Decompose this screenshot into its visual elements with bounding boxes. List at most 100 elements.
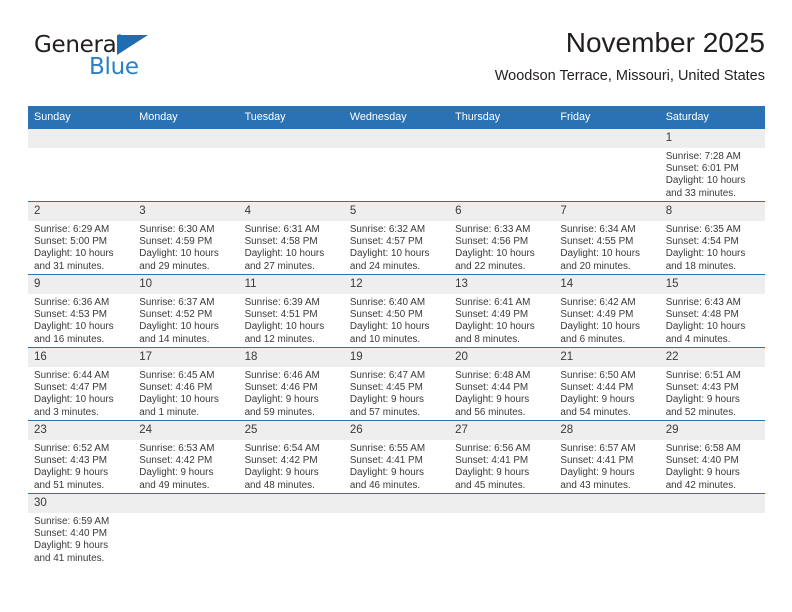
sunrise-text: Sunrise: 6:34 AM: [560, 224, 636, 235]
calendar-day-cell[interactable]: 20 Sunrise: 6:48 AM Sunset: 4:44 PM Dayligh…: [449, 347, 555, 421]
weekday-header-thursday: Thursday: [449, 106, 555, 129]
day-sun-info: Sunrise: 6:31 AM Sunset: 4:58 PM Daylight:…: [239, 221, 344, 273]
daylight-text-line1: Daylight: 9 hours: [244, 467, 319, 479]
calendar-body: 1 Sunrise: 7:28 AM Sunset: 6:01 PM Daylight…: [28, 129, 765, 566]
day-number: 9: [28, 275, 134, 294]
sunrise-text: Sunrise: 6:57 AM: [560, 443, 636, 454]
day-number: 29: [659, 421, 765, 440]
day-number: [133, 129, 239, 148]
calendar-day-cell[interactable]: 25 Sunrise: 6:54 AM Sunset: 4:42 PM Dayligh…: [238, 420, 344, 494]
calendar-day-cell[interactable]: 2 Sunrise: 6:29 AM Sunset: 5:00 PM Daylight…: [28, 201, 134, 275]
calendar-day-cell[interactable]: 18 Sunrise: 6:46 AM Sunset: 4:46 PM Dayligh…: [238, 347, 344, 421]
calendar-day-cell[interactable]: 23 Sunrise: 6:52 AM Sunset: 4:43 PM Dayligh…: [28, 420, 134, 494]
logo-text-blue: Blue: [89, 54, 139, 80]
sunrise-text: Sunrise: 6:51 AM: [665, 370, 741, 381]
sunset-text: Sunset: 4:45 PM: [349, 382, 423, 394]
calendar-day-cell[interactable]: 10 Sunrise: 6:37 AM Sunset: 4:52 PM Dayligh…: [133, 274, 239, 348]
day-number: 6: [449, 202, 555, 221]
sunrise-text: Sunrise: 6:39 AM: [244, 297, 320, 308]
daylight-text-line2: and 14 minutes.: [139, 333, 210, 345]
day-number: 3: [133, 202, 239, 221]
calendar-day-cell[interactable]: 24 Sunrise: 6:53 AM Sunset: 4:42 PM Dayligh…: [133, 420, 239, 494]
day-number: 21: [554, 348, 660, 367]
weekday-header-wednesday: Wednesday: [343, 106, 450, 129]
daylight-text-line1: Daylight: 9 hours: [665, 467, 740, 479]
calendar-day-cell[interactable]: 12 Sunrise: 6:40 AM Sunset: 4:50 PM Dayligh…: [343, 274, 450, 348]
general-blue-logo[interactable]: General Blue: [34, 32, 164, 84]
calendar-day-cell[interactable]: 9 Sunrise: 6:36 AM Sunset: 4:53 PM Daylight…: [28, 274, 134, 348]
sunrise-text: Sunrise: 7:28 AM: [665, 151, 741, 162]
sunrise-text: Sunrise: 6:58 AM: [665, 443, 741, 454]
day-sun-info: Sunrise: 6:53 AM Sunset: 4:42 PM Daylight:…: [133, 440, 238, 492]
day-number: [238, 129, 344, 148]
calendar-day-cell[interactable]: 6 Sunrise: 6:33 AM Sunset: 4:56 PM Daylight…: [449, 201, 555, 275]
day-sun-info: Sunrise: 6:35 AM Sunset: 4:54 PM Daylight:…: [660, 221, 765, 273]
day-sun-info: Sunrise: 6:46 AM Sunset: 4:46 PM Daylight:…: [239, 367, 344, 419]
calendar-day-cell[interactable]: 16 Sunrise: 6:44 AM Sunset: 4:47 PM Dayligh…: [28, 347, 134, 421]
daylight-text-line2: and 52 minutes.: [665, 406, 736, 418]
calendar-day-cell[interactable]: 29 Sunrise: 6:58 AM Sunset: 4:40 PM Dayligh…: [659, 420, 765, 494]
weekday-header-tuesday: Tuesday: [238, 106, 344, 129]
day-number: 22: [659, 348, 765, 367]
calendar-day-cell[interactable]: 5 Sunrise: 6:32 AM Sunset: 4:57 PM Daylight…: [343, 201, 450, 275]
calendar-day-cell[interactable]: 26 Sunrise: 6:55 AM Sunset: 4:41 PM Dayligh…: [343, 420, 450, 494]
daylight-text-line1: Daylight: 10 hours: [560, 321, 640, 333]
calendar-day-cell[interactable]: 1 Sunrise: 7:28 AM Sunset: 6:01 PM Daylight…: [659, 129, 765, 202]
day-sun-info: Sunrise: 6:43 AM Sunset: 4:48 PM Daylight:…: [660, 294, 765, 346]
daylight-text-line2: and 31 minutes.: [34, 260, 105, 272]
calendar-day-cell[interactable]: 4 Sunrise: 6:31 AM Sunset: 4:58 PM Daylight…: [238, 201, 344, 275]
calendar-day-cell[interactable]: 13 Sunrise: 6:41 AM Sunset: 4:49 PM Dayligh…: [449, 274, 555, 348]
calendar-day-cell[interactable]: 14 Sunrise: 6:42 AM Sunset: 4:49 PM Dayligh…: [554, 274, 660, 348]
daylight-text-line1: Daylight: 9 hours: [349, 467, 424, 479]
calendar-day-cell[interactable]: 21 Sunrise: 6:50 AM Sunset: 4:44 PM Dayligh…: [554, 347, 660, 421]
day-sun-info: Sunrise: 6:52 AM Sunset: 4:43 PM Daylight:…: [28, 440, 133, 492]
sunrise-text: Sunrise: 6:55 AM: [349, 443, 426, 454]
calendar-day-cell[interactable]: 19 Sunrise: 6:47 AM Sunset: 4:45 PM Dayligh…: [343, 347, 450, 421]
calendar-day-cell[interactable]: 11 Sunrise: 6:39 AM Sunset: 4:51 PM Dayligh…: [238, 274, 344, 348]
daylight-text-line1: Daylight: 9 hours: [34, 540, 109, 552]
calendar-day-cell[interactable]: 17 Sunrise: 6:45 AM Sunset: 4:46 PM Dayligh…: [133, 347, 239, 421]
sunset-text: Sunset: 4:58 PM: [244, 236, 318, 248]
calendar-day-cell[interactable]: 30 Sunrise: 6:59 AM Sunset: 4:40 PM Dayligh…: [28, 493, 134, 566]
sunset-text: Sunset: 4:40 PM: [34, 528, 108, 540]
sunset-text: Sunset: 4:50 PM: [349, 309, 423, 321]
sunset-text: Sunset: 4:48 PM: [665, 309, 739, 321]
sunset-text: Sunset: 4:41 PM: [349, 455, 423, 467]
day-sun-info: Sunrise: 6:47 AM Sunset: 4:45 PM Daylight:…: [344, 367, 449, 419]
day-sun-info: Sunrise: 6:58 AM Sunset: 4:40 PM Daylight:…: [660, 440, 765, 492]
calendar-day-cell[interactable]: 8 Sunrise: 6:35 AM Sunset: 4:54 PM Daylight…: [659, 201, 765, 275]
sunset-text: Sunset: 4:42 PM: [244, 455, 318, 467]
day-sun-info: Sunrise: 7:28 AM Sunset: 6:01 PM Daylight:…: [660, 148, 765, 200]
calendar-day-cell[interactable]: 27 Sunrise: 6:56 AM Sunset: 4:41 PM Dayligh…: [449, 420, 555, 494]
sunrise-text: Sunrise: 6:40 AM: [349, 297, 426, 308]
sunrise-sunset-calendar: Sunday Monday Tuesday Wednesday Thursday Frid…: [28, 106, 765, 566]
sunset-text: Sunset: 4:42 PM: [139, 455, 213, 467]
calendar-day-cell[interactable]: 3 Sunrise: 6:30 AM Sunset: 4:59 PM Daylight…: [133, 201, 239, 275]
sunrise-text: Sunrise: 6:47 AM: [349, 370, 426, 381]
calendar-empty-cell: [343, 493, 450, 566]
calendar-day-cell[interactable]: 22 Sunrise: 6:51 AM Sunset: 4:43 PM Dayligh…: [659, 347, 765, 421]
sunset-text: Sunset: 4:54 PM: [665, 236, 739, 248]
calendar-week-row: 23 Sunrise: 6:52 AM Sunset: 4:43 PM Dayligh…: [28, 420, 765, 494]
daylight-text-line2: and 12 minutes.: [244, 333, 315, 345]
daylight-text-line2: and 24 minutes.: [349, 260, 421, 272]
daylight-text-line2: and 1 minute.: [139, 406, 200, 418]
daylight-text-line2: and 46 minutes.: [349, 479, 421, 491]
daylight-text-line1: Daylight: 10 hours: [139, 321, 219, 333]
sunset-text: Sunset: 4:46 PM: [139, 382, 213, 394]
daylight-text-line2: and 56 minutes.: [455, 406, 526, 418]
daylight-text-line1: Daylight: 10 hours: [34, 248, 114, 260]
blue-triangle-flag-icon: [117, 35, 148, 55]
calendar-day-cell[interactable]: 15 Sunrise: 6:43 AM Sunset: 4:48 PM Dayligh…: [659, 274, 765, 348]
calendar-day-cell[interactable]: 7 Sunrise: 6:34 AM Sunset: 4:55 PM Daylight…: [554, 201, 660, 275]
calendar-day-cell[interactable]: 28 Sunrise: 6:57 AM Sunset: 4:41 PM Dayligh…: [554, 420, 660, 494]
day-sun-info: Sunrise: 6:37 AM Sunset: 4:52 PM Daylight:…: [133, 294, 238, 346]
daylight-text-line2: and 8 minutes.: [455, 333, 520, 345]
sunrise-text: Sunrise: 6:45 AM: [139, 370, 215, 381]
calendar-week-row: 1 Sunrise: 7:28 AM Sunset: 6:01 PM Daylight…: [28, 129, 765, 202]
sunrise-text: Sunrise: 6:33 AM: [455, 224, 531, 235]
calendar-week-row: 16 Sunrise: 6:44 AM Sunset: 4:47 PM Dayligh…: [28, 347, 765, 421]
daylight-text-line2: and 59 minutes.: [244, 406, 315, 418]
sunrise-text: Sunrise: 6:53 AM: [139, 443, 215, 454]
daylight-text-line2: and 43 minutes.: [560, 479, 631, 491]
